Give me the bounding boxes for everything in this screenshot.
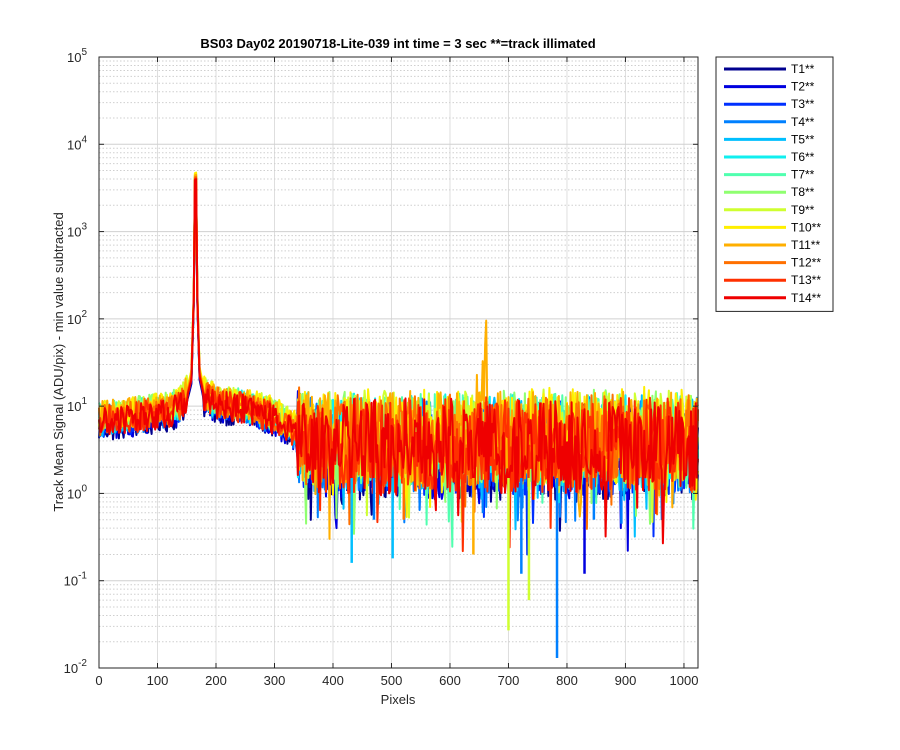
legend-label: T8** [791, 185, 815, 199]
x-tick-label: 700 [498, 673, 520, 688]
legend-label: T4** [791, 115, 815, 129]
legend-label: T14** [791, 291, 821, 305]
x-tick-label: 200 [205, 673, 227, 688]
chart: 0 100 200 300 400 500 600 700 800 900 100010-210-1… [0, 0, 900, 750]
x-tick-label: 300 [264, 673, 286, 688]
legend-label: T1** [791, 62, 815, 76]
chart-title: BS03 Day02 20190718-Lite-039 int time = … [200, 36, 595, 51]
legend-label: T3** [791, 97, 815, 111]
legend-label: T7** [791, 168, 815, 182]
x-tick-label: 1000 [670, 673, 699, 688]
legend-label: T11** [791, 238, 820, 252]
x-tick-label: 100 [147, 673, 169, 688]
legend-label: T6** [791, 150, 815, 164]
legend-label: T12** [791, 256, 821, 270]
legend-label: T5** [791, 132, 815, 146]
x-tick-label: 0 [95, 673, 102, 688]
legend-label: T10** [791, 220, 821, 234]
x-axis-label: Pixels [381, 692, 416, 707]
x-tick-label: 400 [322, 673, 344, 688]
x-tick-label: 800 [556, 673, 578, 688]
legend: T1** T2** T3** T4** T5** T6** T7** T8** T9** T10*… [715, 56, 834, 312]
legend-label: T9** [791, 203, 815, 217]
x-tick-label: 600 [439, 673, 461, 688]
legend-label: T2** [791, 80, 815, 94]
x-tick-label: 500 [381, 673, 403, 688]
x-tick-label: 900 [615, 673, 637, 688]
y-axis-label: Track Mean Signal (ADU/pix) - min value … [51, 212, 66, 511]
plot-area [99, 57, 698, 668]
legend-label: T13** [791, 273, 821, 287]
